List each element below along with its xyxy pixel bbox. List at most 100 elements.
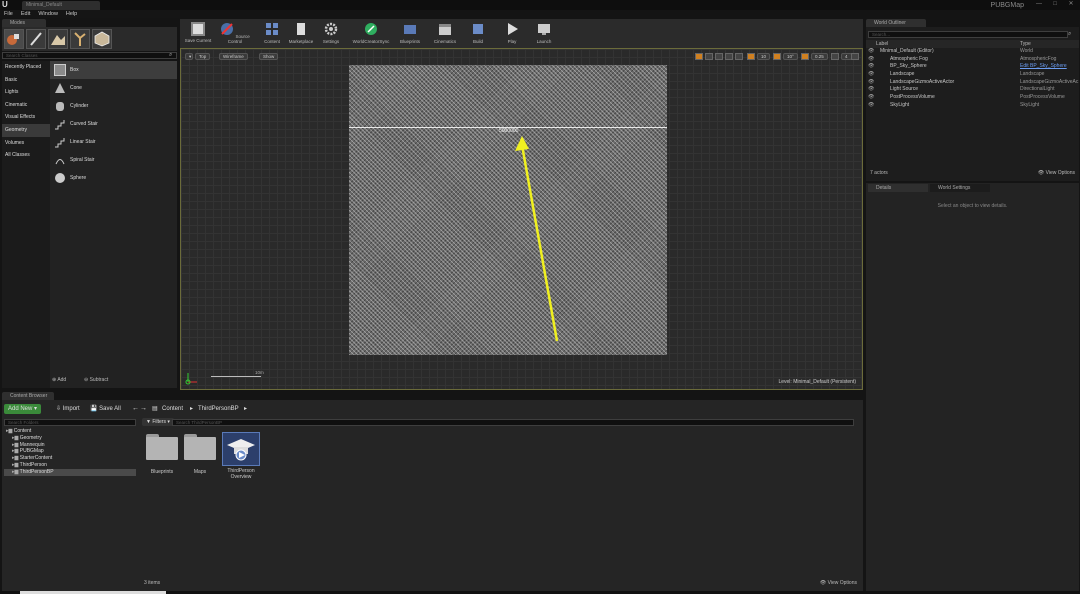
column-label[interactable]: Label (876, 40, 888, 48)
list-item-spiral-stair[interactable]: Spiral Stair (50, 151, 177, 169)
add-brush-button[interactable]: ⊕ Add (52, 377, 66, 383)
category-lights[interactable]: Lights (2, 86, 50, 99)
grid-snap-icon[interactable] (747, 53, 755, 60)
table-row[interactable]: 👁 Minimal_Default (Editor) World (866, 48, 1079, 56)
view-mode-button[interactable]: Top (195, 53, 211, 60)
outliner-search-input[interactable]: Search... (868, 31, 1068, 38)
content-button[interactable]: Content (260, 20, 284, 47)
category-volumes[interactable]: Volumes (2, 137, 50, 150)
world-creator-sync-button[interactable]: WorldCreatorSync (348, 20, 394, 47)
list-item-cylinder[interactable]: Cylinder (50, 97, 177, 115)
visibility-eye-icon[interactable]: 👁 (868, 63, 874, 71)
category-recently-placed[interactable]: Recently Placed (2, 61, 50, 74)
class-search-input[interactable]: Search Classes (2, 52, 177, 59)
list-item-cone[interactable]: Cone (50, 79, 177, 97)
tab-world-settings[interactable]: World Settings (930, 184, 990, 192)
blueprints-button[interactable]: Blueprints (396, 20, 424, 47)
scale-icon[interactable] (725, 53, 733, 60)
folder-tree-item[interactable]: ▸▆ ThirdPerson (4, 462, 136, 469)
category-basic[interactable]: Basic (2, 74, 50, 87)
table-row[interactable]: 👁 Atmospheric Fog AtmosphericFog (866, 56, 1079, 64)
camera-speed-icon[interactable] (831, 53, 839, 60)
paint-mode-icon[interactable] (26, 29, 46, 49)
scale-snap-icon[interactable] (801, 53, 809, 60)
level-viewport[interactable]: 5000000 ▾ Top Wireframe Show 10 10° 0.25… (180, 48, 863, 390)
settings-button[interactable]: Settings (318, 20, 344, 47)
folder-tree-item[interactable]: ▸▆ Mannequin (4, 442, 136, 449)
realtime-icon[interactable] (695, 53, 703, 60)
place-mode-icon[interactable] (4, 29, 24, 49)
edit-blueprint-link[interactable]: Edit BP_Sky_Sphere (1020, 63, 1067, 71)
breadcrumb-thirdpersonbp[interactable]: ThirdPersonBP (194, 404, 243, 414)
visibility-eye-icon[interactable]: 👁 (868, 48, 874, 56)
grid-snap-value[interactable]: 10 (757, 53, 771, 60)
world-outliner-tab[interactable]: World Outliner (866, 19, 926, 27)
foliage-mode-icon[interactable] (70, 29, 90, 49)
visibility-eye-icon[interactable]: 👁 (868, 94, 874, 102)
source-control-button[interactable]: Source Control (216, 20, 254, 47)
visibility-eye-icon[interactable]: 👁 (868, 86, 874, 94)
folder-tree-item[interactable]: ▸▆ PUBGMap (4, 448, 136, 455)
list-item-curved-stair[interactable]: Curved Stair (50, 115, 177, 133)
rotation-snap-value[interactable]: 10° (783, 53, 798, 60)
build-button[interactable]: Build (468, 20, 488, 47)
scale-snap-value[interactable]: 0.25 (811, 53, 828, 60)
table-row[interactable]: 👁 SkyLight SkyLight (866, 102, 1079, 110)
folder-tree-item[interactable]: ▸▆ Geometry (4, 435, 136, 442)
minimize-button[interactable]: — (1032, 0, 1046, 9)
asset-thirdperson-overview[interactable]: ThirdPerson Overview (220, 432, 262, 486)
rotate-icon[interactable] (715, 53, 723, 60)
breadcrumb-content[interactable]: Content (158, 404, 187, 414)
viewport-options-button[interactable]: ▾ (185, 53, 193, 60)
subtract-brush-button[interactable]: ⊖ Subtract (84, 377, 108, 383)
menu-file[interactable]: File (4, 10, 13, 18)
category-cinematic[interactable]: Cinematic (2, 99, 50, 112)
translate-icon[interactable] (705, 53, 713, 60)
import-button[interactable]: ⇩ Import (52, 404, 84, 414)
launch-button[interactable]: Launch (532, 20, 556, 47)
table-row[interactable]: 👁 Landscape Landscape (866, 71, 1079, 79)
save-current-button[interactable]: Save Current (182, 20, 214, 47)
visibility-eye-icon[interactable]: 👁 (868, 71, 874, 79)
render-mode-button[interactable]: Wireframe (219, 53, 248, 60)
modes-tab[interactable]: Modes (2, 19, 46, 27)
document-tab[interactable]: Minimal_Default (22, 1, 100, 10)
category-geometry[interactable]: Geometry (2, 123, 50, 137)
visibility-eye-icon[interactable]: 👁 (868, 79, 874, 87)
menu-window[interactable]: Window (38, 10, 58, 18)
table-row[interactable]: 👁 BP_Sky_Sphere Edit BP_Sky_Sphere (866, 63, 1079, 71)
visibility-eye-icon[interactable]: 👁 (868, 102, 874, 110)
menu-edit[interactable]: Edit (21, 10, 30, 18)
filters-button[interactable]: ▼ Filters ▾ (142, 418, 174, 426)
maximize-viewport-icon[interactable] (851, 53, 859, 60)
camera-speed-value[interactable]: 4 (841, 53, 852, 60)
rotation-snap-icon[interactable] (773, 53, 781, 60)
category-visual-effects[interactable]: Visual Effects (2, 111, 50, 124)
column-type[interactable]: Type (1020, 40, 1031, 48)
unreal-logo-icon[interactable]: U (2, 0, 11, 9)
table-row[interactable]: 👁 PostProcessVolume PostProcessVolume (866, 94, 1079, 102)
landscape-mode-icon[interactable] (48, 29, 68, 49)
cinematics-button[interactable]: Cinematics (430, 20, 460, 47)
category-all-classes[interactable]: All Classes (2, 149, 50, 162)
add-new-button[interactable]: Add New ▾ (4, 404, 42, 414)
tab-details[interactable]: Details (868, 184, 928, 192)
folder-tree-item[interactable]: ▸▆ ThirdPersonBP (4, 468, 136, 476)
table-row[interactable]: 👁 Light Source DirectionalLight (866, 86, 1079, 94)
cb-view-options-button[interactable]: 👁 View Options (820, 580, 857, 586)
play-button[interactable]: Play (500, 20, 524, 47)
show-flags-button[interactable]: Show (259, 53, 279, 60)
close-button[interactable]: ✕ (1064, 0, 1078, 9)
world-local-icon[interactable] (735, 53, 743, 60)
table-row[interactable]: 👁 LandscapeGizmoActiveActor LandscapeGizmo… (866, 79, 1079, 87)
folder-search-input[interactable]: Search Folders (4, 419, 136, 426)
folder-tree-item[interactable]: ▸▆ StarterContent (4, 455, 136, 462)
list-item-linear-stair[interactable]: Linear Stair (50, 133, 177, 151)
folder-tree-item[interactable]: ▸▆ Content (4, 428, 136, 435)
list-item-sphere[interactable]: Sphere (50, 169, 177, 187)
outliner-view-options-button[interactable]: 👁 View Options (1038, 170, 1075, 176)
menu-help[interactable]: Help (66, 10, 77, 18)
save-all-button[interactable]: 💾 Save All (86, 404, 125, 414)
marketplace-button[interactable]: Marketplace (286, 20, 316, 47)
visibility-eye-icon[interactable]: 👁 (868, 56, 874, 64)
